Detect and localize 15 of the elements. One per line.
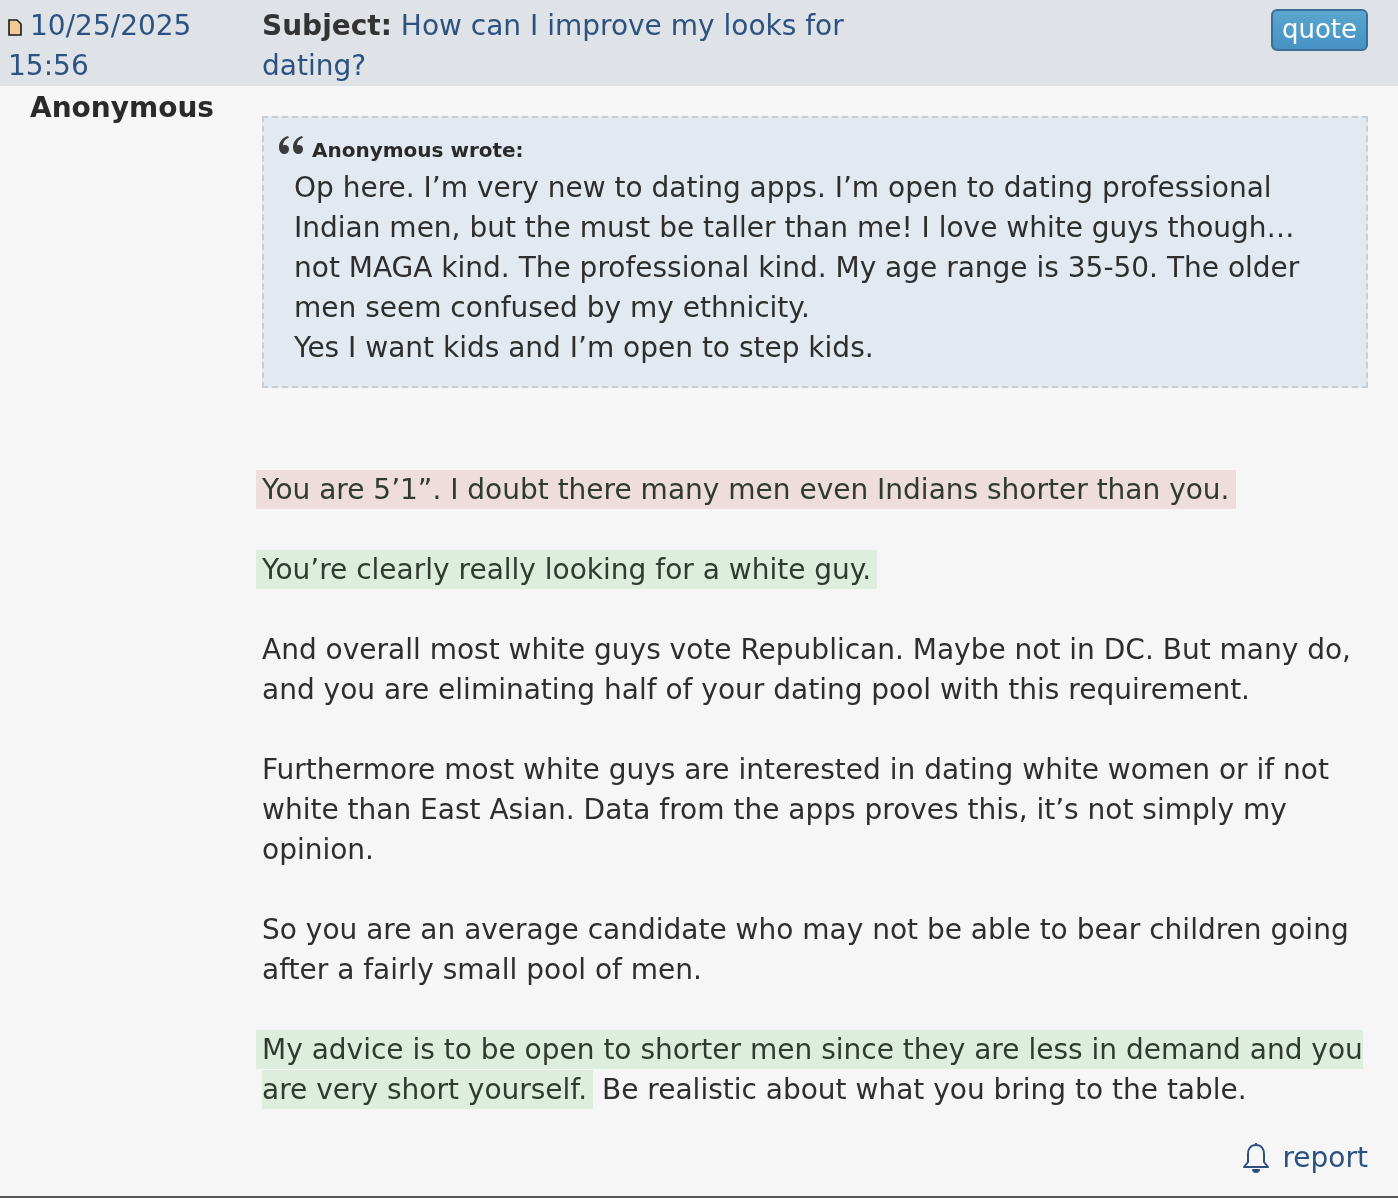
quote-text: Op here. I’m very new to dating apps. I’m open to dating professional Indian men, but the must be taller than me! I love white guys though… not MAGA kind. The professional kind. My age range is 35-50. The older men seem confused by my ethnicity. (294, 170, 1301, 326)
paragraph: And overall most white guys vote Republican. Maybe not in DC. But many do, and you are eliminating half of your dating pool with this requirement. (261, 632, 1352, 708)
bell-icon (1242, 1141, 1271, 1175)
paragraph: So you are an average candidate who may not be able to bear children going after a fairly small pool of men. (261, 912, 1350, 988)
quote-author: Anonymous wrote: (312, 137, 524, 164)
paragraph: Furthermore most white guys are interested in dating white women or if not white than East Asian. Data from the apps proves this, it’s not simply my opinion. (261, 752, 1330, 868)
quote-text: Yes I want kids and I’m open to step kids. (294, 330, 875, 366)
document-icon (8, 19, 22, 36)
paragraph: You are 5’1”. I doubt there many men even Indians shorter than you. (256, 470, 1236, 510)
post-date-link[interactable]: 10/25/2025 15:56 (8, 6, 213, 86)
paragraph: You’re clearly really looking for a white guy. (256, 550, 878, 590)
post-subject[interactable]: Subject: How can I improve my looks for dating? (262, 6, 892, 86)
quote-icon (278, 135, 304, 155)
report-link[interactable]: report (1242, 1138, 1368, 1178)
author-name: Anonymous (29, 91, 214, 124)
